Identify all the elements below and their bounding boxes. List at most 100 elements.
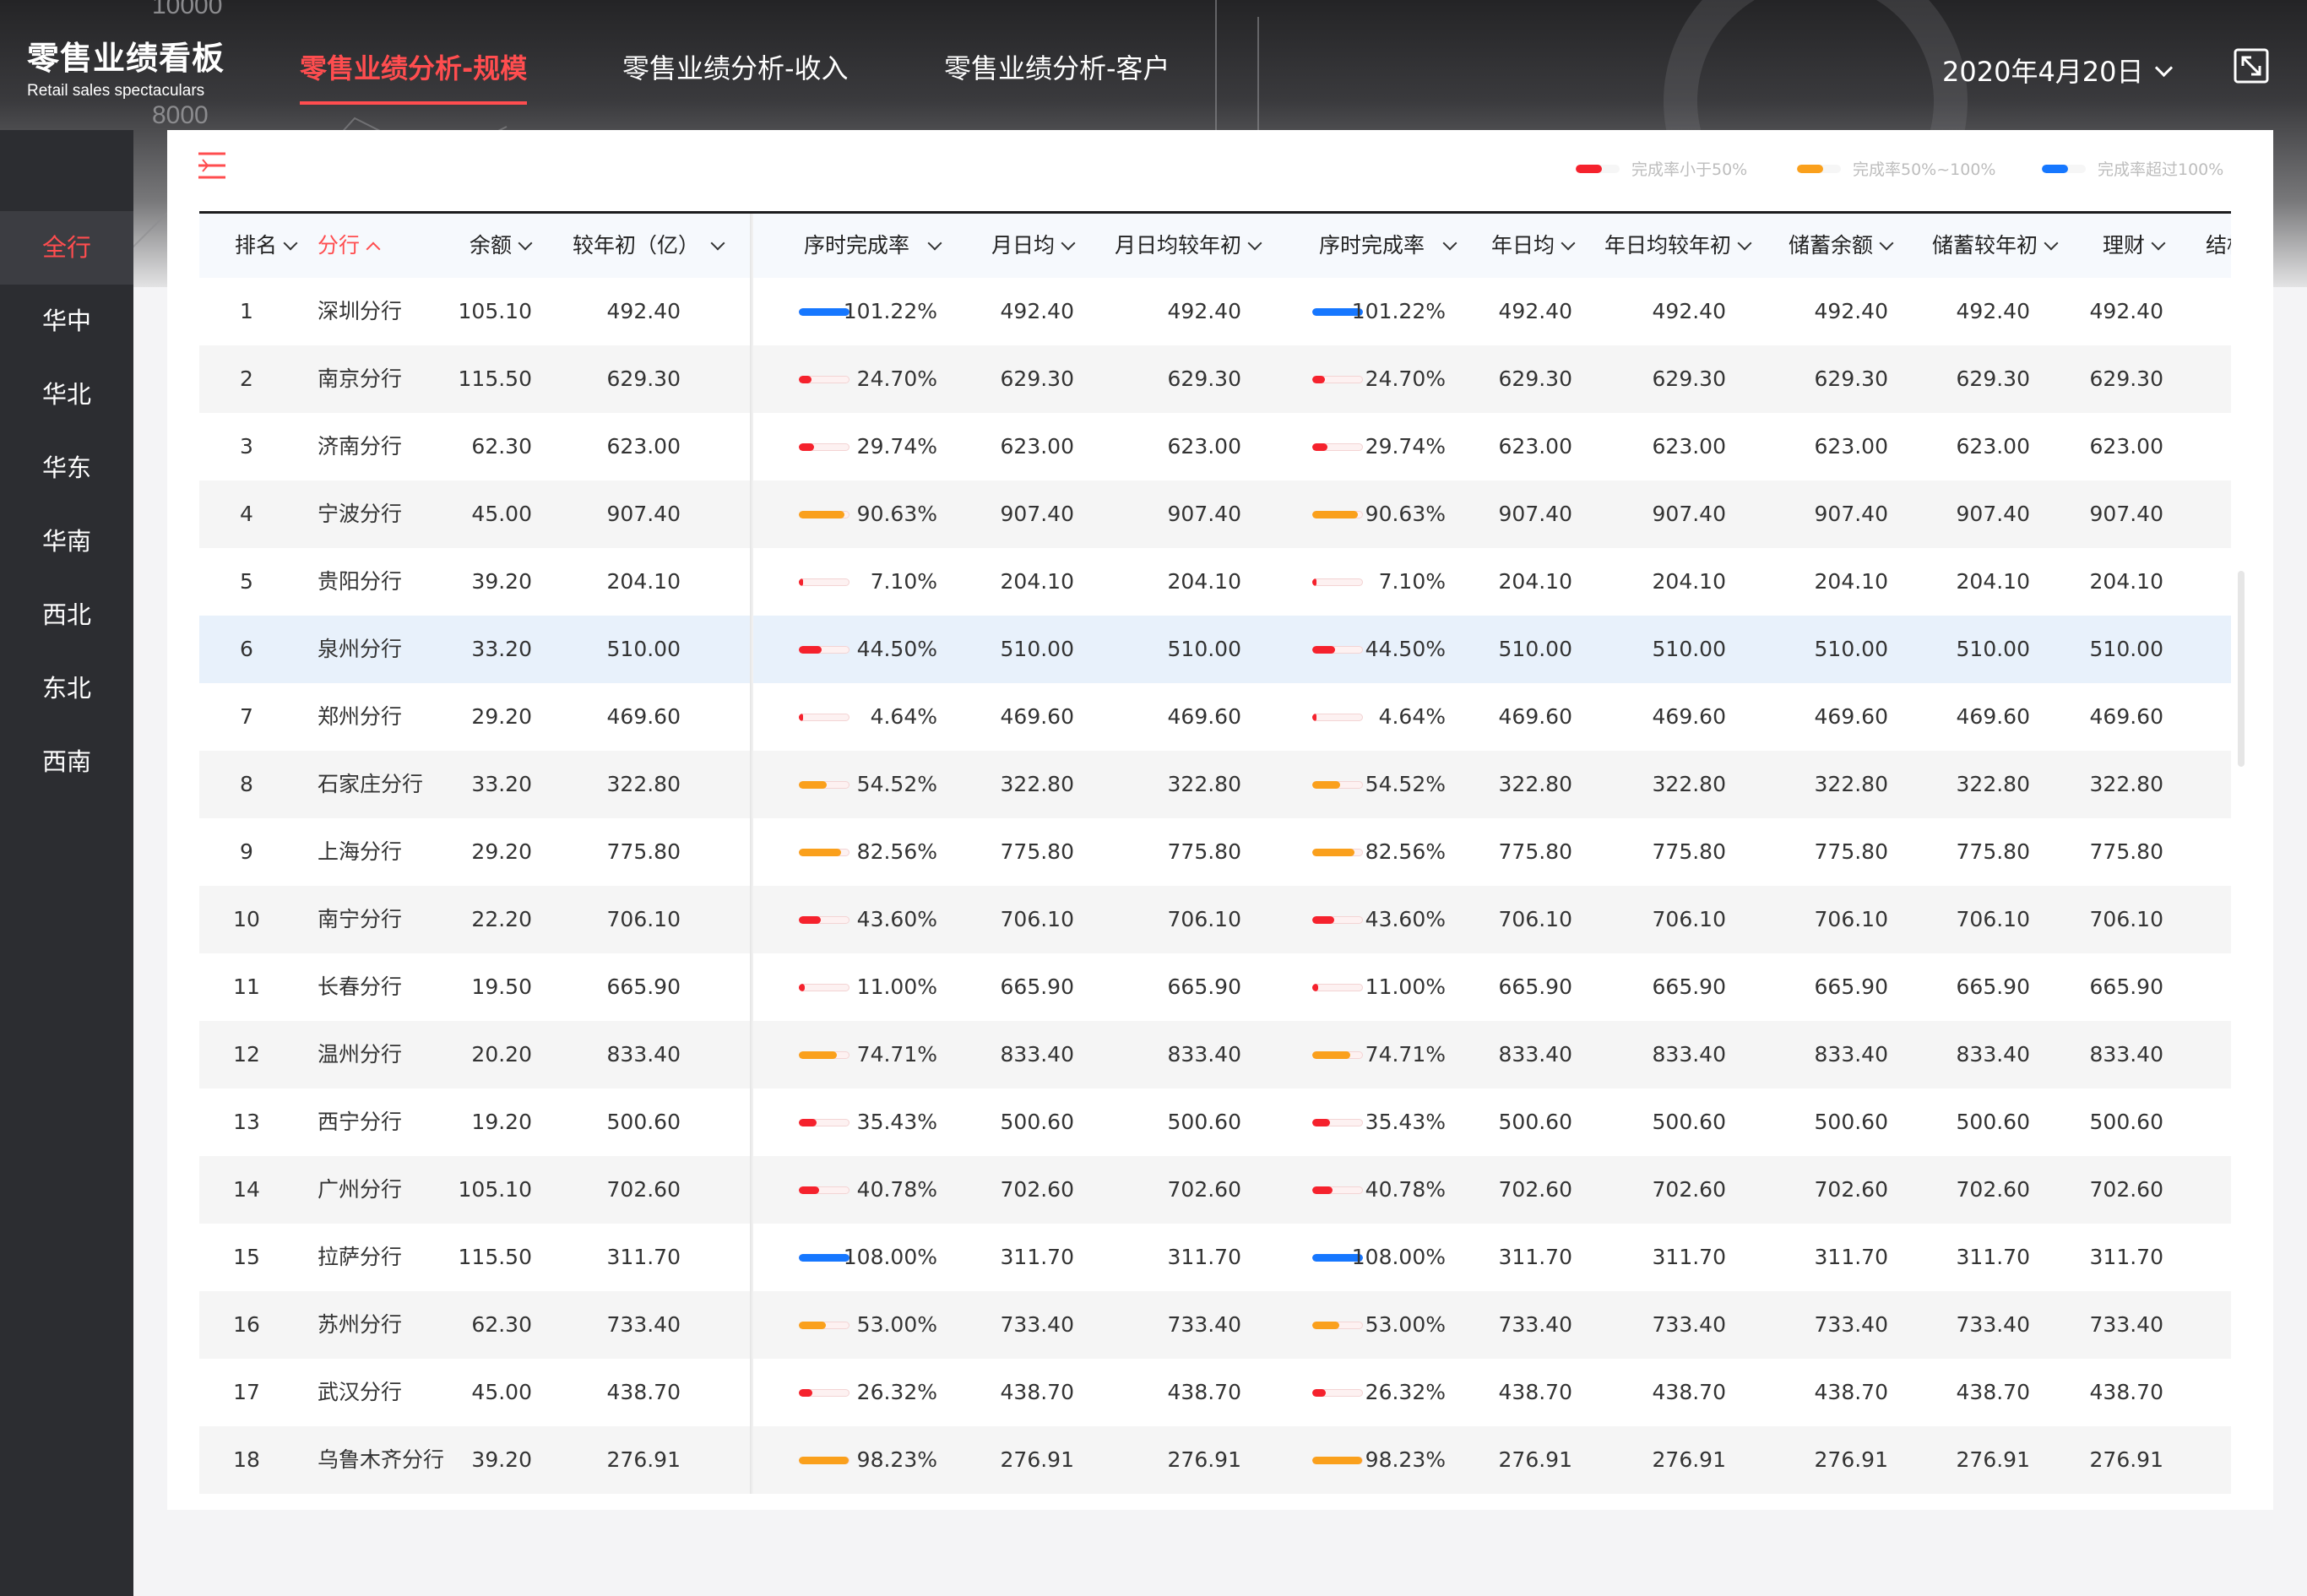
progress-fill — [799, 376, 812, 383]
col-header-yearly-avg-ytd[interactable]: 年日均较年初 — [1604, 214, 1752, 278]
table-row[interactable]: 17 武汉分行 45.00 438.70 26.32% 26.32% 438.70 438.7… — [199, 1359, 2231, 1426]
cell-ytd: 702.60 — [606, 1177, 681, 1202]
sidebar-item-northwest[interactable]: 西北 — [0, 578, 133, 652]
table-row[interactable]: 1 深圳分行 105.10 492.40 101.22% 101.22% 492.40 492… — [199, 278, 2231, 345]
sidebar-item-south[interactable]: 华南 — [0, 505, 133, 578]
col-header-rate-1[interactable]: 序时完成率 — [804, 214, 942, 278]
col-header-rank[interactable]: 排名 — [235, 214, 298, 278]
cell-rate-1: 24.70% — [856, 366, 937, 391]
cell-balance: 19.50 — [471, 974, 532, 999]
vertical-scrollbar[interactable] — [2238, 571, 2245, 767]
cell-rate-2: 35.43% — [1365, 1110, 1446, 1134]
table-row[interactable]: 4 宁波分行 45.00 907.40 90.63% 90.63% 907.40 907.40… — [199, 480, 2231, 548]
progress-bar — [1312, 1186, 1363, 1194]
col-header-rate-2[interactable]: 序时完成率 — [1319, 214, 1457, 278]
cell-rank: 7 — [240, 704, 253, 729]
cell-branch: 长春分行 — [318, 974, 403, 999]
table-row[interactable]: 16 苏州分行 62.30 733.40 53.00% 53.00% 733.40 733.4… — [199, 1291, 2231, 1359]
tab-income[interactable]: 零售业绩分析-收入 — [622, 47, 849, 86]
table-row[interactable]: 10 南宁分行 22.20 706.10 43.60% 43.60% 706.10 706.1… — [199, 886, 2231, 953]
col-header-balance[interactable]: 余额 — [470, 214, 533, 278]
progress-fill — [1312, 1322, 1339, 1329]
table-row[interactable]: 18 乌鲁木齐分行 39.20 276.91 98.23% 98.23% 276.91 276… — [199, 1426, 2231, 1494]
progress-fill — [799, 984, 805, 991]
table-row[interactable]: 11 长春分行 19.50 665.90 11.00% 11.00% 665.90 665.9… — [199, 953, 2231, 1021]
cell-rate-1: 82.56% — [856, 839, 937, 864]
progress-bar — [1312, 1119, 1363, 1126]
sidebar-item-northeast[interactable]: 东北 — [0, 652, 133, 725]
cell-wealth: 665.90 — [2089, 974, 2163, 999]
col-header-ytd[interactable]: 较年初（亿） — [573, 214, 725, 278]
fullscreen-icon[interactable] — [2233, 47, 2270, 84]
cell-savings-ytd: 665.90 — [1956, 974, 2030, 999]
sidebar-item-southwest[interactable]: 西南 — [0, 725, 133, 799]
cell-balance: 39.20 — [471, 1447, 532, 1472]
col-header-structure[interactable]: 结构 — [2206, 214, 2231, 278]
cell-savings-ytd: 510.00 — [1956, 637, 2030, 661]
cell-balance: 115.50 — [458, 366, 532, 391]
cell-rate-1: 29.74% — [856, 434, 937, 459]
cell-yearly-avg-ytd: 500.60 — [1652, 1110, 1726, 1134]
cell-rank: 8 — [240, 772, 253, 796]
col-header-wealth[interactable]: 理财 — [2103, 214, 2166, 278]
sidebar-item-north[interactable]: 华北 — [0, 358, 133, 432]
progress-bar — [1312, 849, 1363, 856]
cell-monthly-avg-ytd: 469.60 — [1167, 704, 1241, 729]
sidebar-item-east[interactable]: 华东 — [0, 432, 133, 505]
cell-yearly-avg: 322.80 — [1498, 772, 1572, 796]
table-row[interactable]: 7 郑州分行 29.20 469.60 4.64% 4.64% 469.60 469.60 46… — [199, 683, 2231, 751]
table-row[interactable]: 8 石家庄分行 33.20 322.80 54.52% 54.52% 322.80 322.8… — [199, 751, 2231, 818]
sidebar-item-central[interactable]: 华中 — [0, 285, 133, 358]
col-header-yearly-avg[interactable]: 年日均 — [1491, 214, 1576, 278]
date-selector[interactable]: 2020年4月20日 — [1942, 51, 2173, 90]
col-header-savings[interactable]: 储蓄余额 — [1789, 214, 1894, 278]
cell-yearly-avg-ytd: 469.60 — [1652, 704, 1726, 729]
table-row[interactable]: 9 上海分行 29.20 775.80 82.56% 82.56% 775.80 775.80… — [199, 818, 2231, 886]
cell-savings-ytd: 907.40 — [1956, 502, 2030, 526]
cell-monthly-avg: 492.40 — [1000, 299, 1074, 323]
tab-customer[interactable]: 零售业绩分析-客户 — [944, 47, 1170, 86]
col-header-monthly-avg-ytd[interactable]: 月日均较年初 — [1115, 214, 1262, 278]
menu-list-icon[interactable] — [198, 150, 226, 181]
app-subtitle: Retail sales spectaculars — [27, 82, 205, 100]
cell-yearly-avg-ytd: 733.40 — [1652, 1312, 1726, 1337]
tab-scale[interactable]: 零售业绩分析-规模 — [300, 47, 528, 105]
cell-rate-1: 11.00% — [856, 974, 937, 999]
chevron-down-icon — [2044, 236, 2059, 251]
cell-savings: 629.30 — [1814, 366, 1888, 391]
table-row[interactable]: 14 广州分行 105.10 702.60 40.78% 40.78% 702.60 702.… — [199, 1156, 2231, 1224]
progress-bar — [1312, 1322, 1363, 1329]
cell-balance: 62.30 — [471, 434, 532, 459]
table-row[interactable]: 3 济南分行 62.30 623.00 29.74% 29.74% 623.00 623.00… — [199, 413, 2231, 480]
cell-wealth: 733.40 — [2089, 1312, 2163, 1337]
table-row[interactable]: 6 泉州分行 33.20 510.00 44.50% 44.50% 510.00 510.00… — [199, 616, 2231, 683]
cell-yearly-avg-ytd: 775.80 — [1652, 839, 1726, 864]
col-header-branch[interactable]: 分行 — [318, 214, 381, 278]
progress-fill — [799, 1254, 850, 1262]
cell-balance: 29.20 — [471, 704, 532, 729]
col-header-monthly-avg[interactable]: 月日均 — [991, 214, 1076, 278]
col-header-savings-ytd[interactable]: 储蓄较年初 — [1932, 214, 2059, 278]
cell-savings: 204.10 — [1814, 569, 1888, 594]
cell-branch: 泉州分行 — [318, 637, 403, 661]
table-row[interactable]: 2 南京分行 115.50 629.30 24.70% 24.70% 629.30 629.3… — [199, 345, 2231, 413]
cell-savings: 706.10 — [1814, 907, 1888, 931]
chevron-down-icon — [518, 236, 533, 251]
table-row[interactable]: 5 贵阳分行 39.20 204.10 7.10% 7.10% 204.10 204.10 20… — [199, 548, 2231, 616]
sidebar-item-all[interactable]: 全行 — [0, 211, 133, 285]
progress-bar — [799, 1389, 850, 1397]
cell-rate-1: 54.52% — [856, 772, 937, 796]
progress-fill — [799, 578, 803, 586]
cell-monthly-avg: 907.40 — [1000, 502, 1074, 526]
cell-branch: 广州分行 — [318, 1177, 403, 1202]
table-row[interactable]: 13 西宁分行 19.20 500.60 35.43% 35.43% 500.60 500.6… — [199, 1088, 2231, 1156]
table-row[interactable]: 15 拉萨分行 115.50 311.70 108.00% 108.00% 311.70 31… — [199, 1224, 2231, 1291]
cell-savings: 833.40 — [1814, 1042, 1888, 1067]
cell-wealth: 775.80 — [2089, 839, 2163, 864]
cell-yearly-avg-ytd: 311.70 — [1652, 1245, 1726, 1269]
decor-number: 10000 — [152, 0, 222, 19]
cell-monthly-avg-ytd: 311.70 — [1167, 1245, 1241, 1269]
table-row[interactable]: 12 温州分行 20.20 833.40 74.71% 74.71% 833.40 833.4… — [199, 1021, 2231, 1088]
cell-monthly-avg: 833.40 — [1000, 1042, 1074, 1067]
cell-monthly-avg-ytd: 702.60 — [1167, 1177, 1241, 1202]
